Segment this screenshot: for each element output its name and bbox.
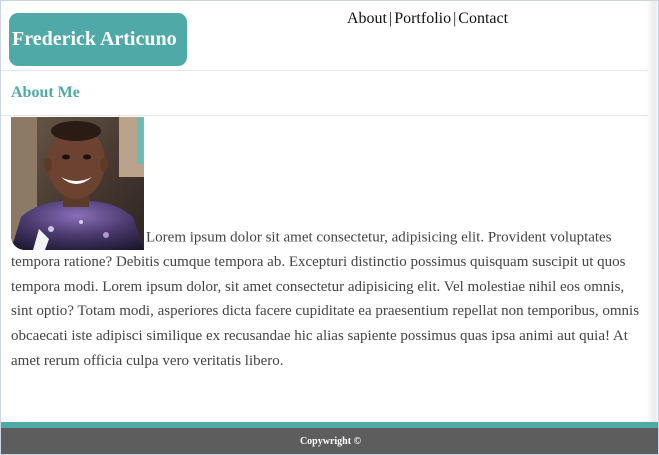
photo-accent-strip	[137, 117, 143, 164]
page: Frederick Articuno About | Portfolio | Conta…	[0, 0, 659, 455]
profile-photo	[11, 117, 144, 250]
nav-link-about[interactable]: About	[347, 10, 387, 27]
site-footer: Copywright ©	[1, 422, 658, 454]
about-content: Lorem ipsum dolor sit amet consectetur, …	[11, 117, 647, 374]
section-header: About Me	[1, 72, 648, 116]
profile-photo-image	[11, 117, 144, 250]
site-logo[interactable]: Frederick Articuno	[9, 13, 187, 66]
nav-separator: |	[453, 10, 457, 27]
nav-separator: |	[389, 10, 393, 27]
about-paragraph: Lorem ipsum dolor sit amet consectetur, …	[11, 229, 640, 369]
site-header: Frederick Articuno About | Portfolio | Conta…	[1, 1, 648, 71]
section-title: About Me	[11, 84, 80, 101]
nav-link-portfolio[interactable]: Portfolio	[394, 10, 451, 27]
main-nav: About | Portfolio | Contact	[347, 10, 508, 28]
nav-link-contact[interactable]: Contact	[458, 10, 508, 27]
copyright-text: Copywright ©	[299, 436, 362, 447]
